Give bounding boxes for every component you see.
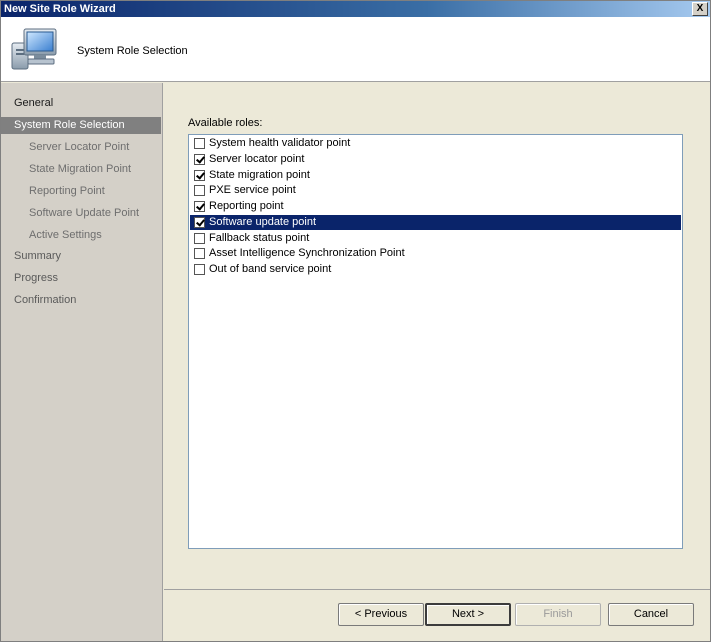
wizard-header: System Role Selection xyxy=(1,17,710,82)
nav-step-software-update-point[interactable]: Software Update Point xyxy=(1,205,161,222)
nav-step-server-locator-point[interactable]: Server Locator Point xyxy=(1,139,161,156)
list-item[interactable]: Reporting point xyxy=(190,199,681,214)
list-item[interactable]: State migration point xyxy=(190,168,681,183)
previous-button[interactable]: < Previous xyxy=(338,603,424,626)
window-title: New Site Role Wizard xyxy=(4,3,116,15)
nav-step-summary[interactable]: Summary xyxy=(1,248,161,265)
role-checkbox[interactable] xyxy=(194,233,205,244)
title-bar[interactable]: New Site Role Wizard X xyxy=(1,1,710,17)
role-label: State migration point xyxy=(209,169,310,181)
role-label: Reporting point xyxy=(209,200,284,212)
nav-step-reporting-point[interactable]: Reporting Point xyxy=(1,183,161,200)
nav-step-confirmation[interactable]: Confirmation xyxy=(1,292,161,309)
role-label: Out of band service point xyxy=(209,263,332,275)
list-item[interactable]: Fallback status point xyxy=(190,231,681,246)
next-button[interactable]: Next > xyxy=(425,603,511,626)
page-title: System Role Selection xyxy=(77,45,188,57)
role-checkbox[interactable] xyxy=(194,154,205,165)
role-checkbox[interactable] xyxy=(194,248,205,259)
button-bar: < Previous Next > Finish Cancel xyxy=(164,589,710,641)
wizard-window: New Site Role Wizard X System Role Selec… xyxy=(0,0,711,642)
role-checkbox[interactable] xyxy=(194,185,205,196)
role-label: Asset Intelligence Synchronization Point xyxy=(209,247,405,259)
list-item[interactable]: PXE service point xyxy=(190,183,681,198)
role-label: Fallback status point xyxy=(209,232,310,244)
roles-listbox[interactable]: System health validator point Server loc… xyxy=(188,134,683,549)
list-item-selected[interactable]: Software update point xyxy=(190,215,681,230)
list-item[interactable]: Asset Intelligence Synchronization Point xyxy=(190,246,681,261)
available-roles-label: Available roles: xyxy=(188,117,263,129)
role-checkbox[interactable] xyxy=(194,201,205,212)
nav-step-progress[interactable]: Progress xyxy=(1,270,161,287)
role-label: System health validator point xyxy=(209,137,351,149)
nav-step-active-settings[interactable]: Active Settings xyxy=(1,227,161,244)
role-checkbox[interactable] xyxy=(194,138,205,149)
role-checkbox[interactable] xyxy=(194,217,205,228)
main-panel: Available roles: System health validator… xyxy=(164,83,710,591)
nav-step-general[interactable]: General xyxy=(1,95,161,112)
list-item[interactable]: Out of band service point xyxy=(190,262,681,277)
list-item[interactable]: System health validator point xyxy=(190,136,681,151)
wizard-steps-nav: General System Role Selection Server Loc… xyxy=(1,83,163,641)
finish-button[interactable]: Finish xyxy=(515,603,601,626)
role-label: Server locator point xyxy=(209,153,305,165)
role-checkbox[interactable] xyxy=(194,264,205,275)
role-label: Software update point xyxy=(209,216,317,228)
role-label: PXE service point xyxy=(209,184,296,196)
nav-step-state-migration-point[interactable]: State Migration Point xyxy=(1,161,161,178)
close-icon[interactable]: X xyxy=(692,2,708,16)
list-item[interactable]: Server locator point xyxy=(190,152,681,167)
role-checkbox[interactable] xyxy=(194,170,205,181)
computer-monitor-icon xyxy=(11,28,57,70)
cancel-button[interactable]: Cancel xyxy=(608,603,694,626)
nav-step-system-role-selection[interactable]: System Role Selection xyxy=(1,117,161,134)
